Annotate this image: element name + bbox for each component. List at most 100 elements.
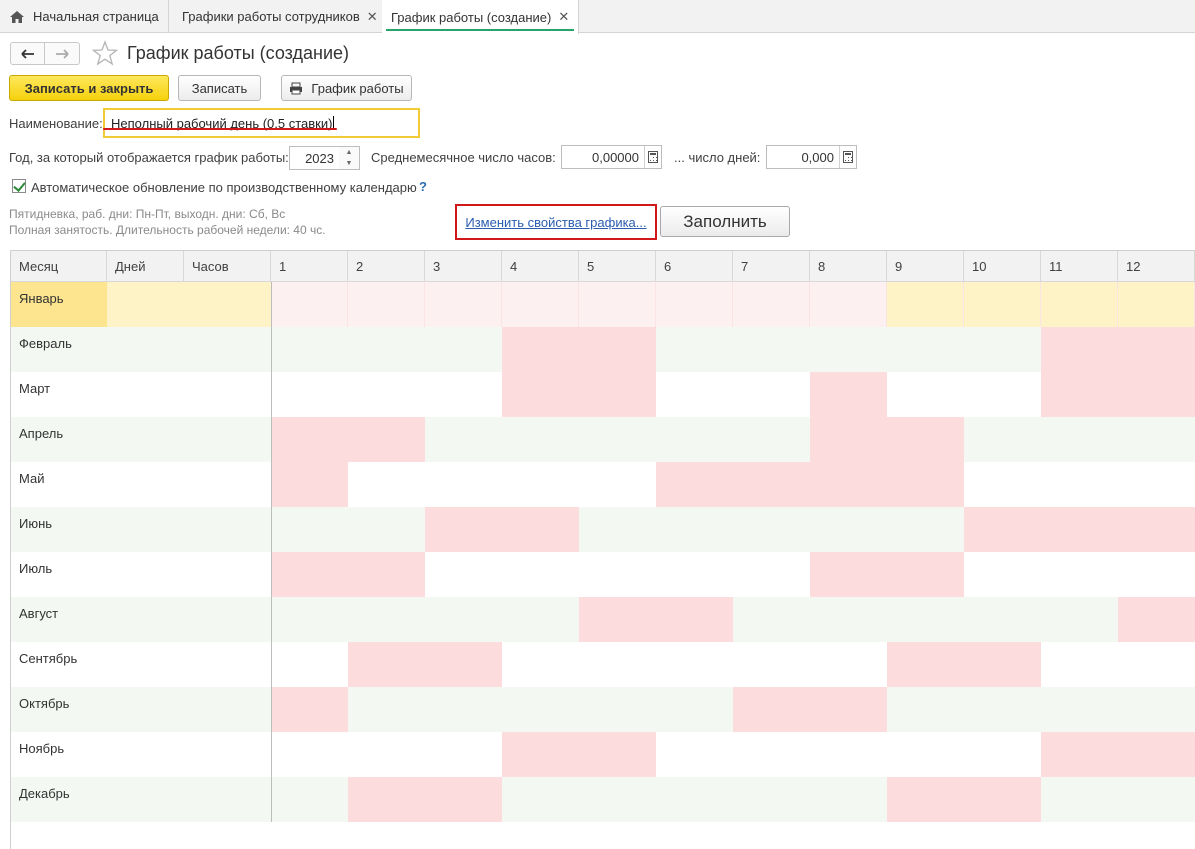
tab-schedule-create[interactable]: График работы (создание) ✕ — [382, 0, 580, 34]
day-cell[interactable] — [271, 597, 348, 642]
day-cell[interactable] — [579, 642, 656, 687]
day-cell[interactable] — [656, 732, 733, 777]
day-cell[interactable] — [887, 282, 964, 327]
day-cell[interactable] — [887, 687, 964, 732]
calculator-icon[interactable] — [839, 146, 856, 168]
day-cell[interactable] — [1118, 417, 1195, 462]
help-icon[interactable]: ? — [419, 179, 427, 194]
day-cell[interactable] — [502, 372, 579, 417]
day-cell[interactable] — [271, 462, 348, 507]
day-cell[interactable] — [1041, 372, 1118, 417]
day-cell[interactable] — [425, 552, 502, 597]
change-properties-link[interactable]: Изменить свойства графика... — [465, 215, 646, 230]
column-header-day[interactable]: 3 — [425, 251, 502, 282]
day-cell[interactable] — [425, 777, 502, 822]
day-cell[interactable] — [425, 327, 502, 372]
column-header-day[interactable]: 11 — [1041, 251, 1118, 282]
day-cell[interactable] — [579, 327, 656, 372]
day-cell[interactable] — [502, 777, 579, 822]
column-header-hours[interactable]: Часов — [184, 251, 271, 282]
column-header-day[interactable]: 4 — [502, 251, 579, 282]
day-cell[interactable] — [502, 687, 579, 732]
table-row[interactable]: Декабрь — [11, 777, 1195, 822]
day-cell[interactable] — [733, 732, 810, 777]
day-cell[interactable] — [502, 507, 579, 552]
day-cell[interactable] — [348, 462, 425, 507]
day-cell[interactable] — [579, 282, 656, 327]
day-cell[interactable] — [271, 507, 348, 552]
day-cell[interactable] — [964, 642, 1041, 687]
day-cell[interactable] — [502, 552, 579, 597]
day-cell[interactable] — [887, 642, 964, 687]
table-row[interactable]: Октябрь — [11, 687, 1195, 732]
day-cell[interactable] — [733, 417, 810, 462]
day-cell[interactable] — [579, 687, 656, 732]
schedule-print-button[interactable]: График работы — [281, 75, 412, 101]
day-cell[interactable] — [502, 417, 579, 462]
day-cell[interactable] — [348, 777, 425, 822]
day-cell[interactable] — [964, 327, 1041, 372]
table-row[interactable]: Июнь — [11, 507, 1195, 552]
column-header-day[interactable]: 9 — [887, 251, 964, 282]
back-button[interactable] — [10, 42, 45, 65]
day-cell[interactable] — [348, 417, 425, 462]
day-cell[interactable] — [810, 732, 887, 777]
day-cell[interactable] — [1118, 462, 1195, 507]
day-cell[interactable] — [733, 687, 810, 732]
column-header-day[interactable]: 7 — [733, 251, 810, 282]
column-header-day[interactable]: 6 — [656, 251, 733, 282]
month-cell[interactable]: Декабрь — [11, 777, 107, 822]
day-cell[interactable] — [656, 372, 733, 417]
day-cell[interactable] — [964, 507, 1041, 552]
day-cell[interactable] — [579, 732, 656, 777]
day-cell[interactable] — [1118, 732, 1195, 777]
day-cell[interactable] — [887, 372, 964, 417]
table-row[interactable]: Сентябрь — [11, 642, 1195, 687]
column-header-month[interactable]: Месяц — [11, 251, 107, 282]
day-cell[interactable] — [964, 732, 1041, 777]
day-cell[interactable] — [733, 282, 810, 327]
day-cell[interactable] — [425, 642, 502, 687]
day-cell[interactable] — [656, 417, 733, 462]
day-cell[interactable] — [579, 417, 656, 462]
day-cell[interactable] — [887, 327, 964, 372]
spin-down-icon[interactable]: ▼ — [339, 158, 359, 169]
day-cell[interactable] — [1118, 642, 1195, 687]
day-cell[interactable] — [502, 327, 579, 372]
day-cell[interactable] — [656, 327, 733, 372]
day-cell[interactable] — [1041, 282, 1118, 327]
month-cell[interactable]: Апрель — [11, 417, 107, 462]
tab-home[interactable]: Начальная страница — [0, 0, 169, 33]
day-cell[interactable] — [810, 372, 887, 417]
day-cell[interactable] — [1118, 777, 1195, 822]
day-cell[interactable] — [887, 507, 964, 552]
day-cell[interactable] — [1118, 597, 1195, 642]
day-cell[interactable] — [887, 732, 964, 777]
day-cell[interactable] — [1041, 417, 1118, 462]
fill-button[interactable]: Заполнить — [660, 206, 790, 237]
day-cell[interactable] — [964, 417, 1041, 462]
day-cell[interactable] — [271, 417, 348, 462]
day-cell[interactable] — [656, 282, 733, 327]
day-cell[interactable] — [887, 597, 964, 642]
day-cell[interactable] — [502, 642, 579, 687]
day-cell[interactable] — [502, 282, 579, 327]
day-cell[interactable] — [1118, 552, 1195, 597]
day-cell[interactable] — [887, 417, 964, 462]
day-cell[interactable] — [348, 552, 425, 597]
save-and-close-button[interactable]: Записать и закрыть — [9, 75, 169, 101]
month-cell[interactable]: Март — [11, 372, 107, 417]
day-cell[interactable] — [579, 552, 656, 597]
day-cell[interactable] — [656, 552, 733, 597]
day-cell[interactable] — [1041, 327, 1118, 372]
day-cell[interactable] — [810, 687, 887, 732]
day-cell[interactable] — [887, 462, 964, 507]
day-cell[interactable] — [733, 462, 810, 507]
table-row[interactable]: Май — [11, 462, 1195, 507]
day-cell[interactable] — [348, 282, 425, 327]
day-cell[interactable] — [810, 327, 887, 372]
column-header-days[interactable]: Дней — [107, 251, 184, 282]
day-cell[interactable] — [1041, 597, 1118, 642]
day-cell[interactable] — [810, 282, 887, 327]
day-cell[interactable] — [1041, 732, 1118, 777]
